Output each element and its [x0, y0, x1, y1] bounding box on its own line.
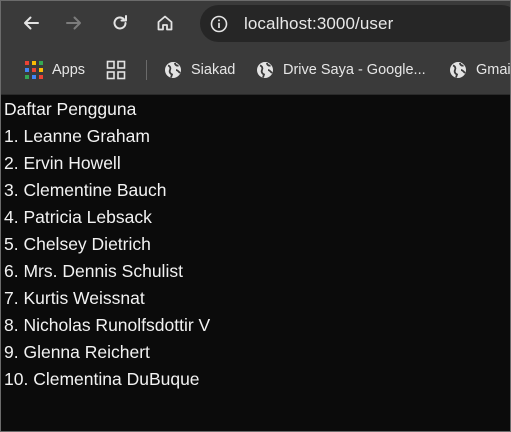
user-list-item: 2. Ervin Howell: [4, 153, 121, 173]
bookmark-gmail[interactable]: Gmai: [449, 59, 511, 81]
bookmark-drive[interactable]: Drive Saya - Google...: [256, 59, 426, 81]
reload-icon: [113, 15, 127, 30]
arrow-left-icon: [24, 16, 39, 30]
browser-toolbar: localhost:3000/user: [1, 1, 510, 47]
user-list-item: 5. Chelsey Dietrich: [4, 234, 151, 254]
tab-grid-icon: [106, 60, 126, 80]
info-icon: [210, 15, 227, 32]
reload-button[interactable]: [105, 8, 135, 38]
apps-grid-icon: [25, 61, 43, 79]
arrow-right-icon: [66, 16, 81, 30]
bookmark-siakad-label: Siakad: [191, 62, 236, 78]
globe-icon: [450, 62, 466, 78]
page-title: Daftar Pengguna: [4, 99, 137, 119]
user-list-item: 9. Glenna Reichert: [4, 342, 150, 362]
user-list: 1. Leanne Graham 2. Ervin Howell 3. Clem…: [4, 126, 210, 396]
user-list-item: 4. Patricia Lebsack: [4, 207, 152, 227]
user-list-item: 3. Clementine Bauch: [4, 180, 167, 200]
home-icon: [157, 15, 173, 31]
address-bar[interactable]: localhost:3000/user: [200, 5, 510, 42]
user-list-item: 10. Clementina DuBuque: [4, 369, 200, 389]
globe-icon: [257, 62, 273, 78]
forward-button[interactable]: [59, 8, 89, 38]
home-button[interactable]: [150, 8, 180, 38]
user-list-item: 1. Leanne Graham: [4, 126, 150, 146]
globe-icon: [165, 62, 181, 78]
user-list-item: 6. Mrs. Dennis Schulist: [4, 261, 183, 281]
back-button[interactable]: [16, 8, 46, 38]
bookmark-drive-label: Drive Saya - Google...: [283, 62, 426, 78]
url-text[interactable]: localhost:3000/user: [244, 14, 393, 34]
user-list-item: 7. Kurtis Weissnat: [4, 288, 145, 308]
bookmarks-bar: Apps Siakad Drive Saya - Google... Gmai: [1, 47, 511, 95]
bookmark-gmail-label: Gmai: [476, 62, 511, 78]
bookmarks-divider: [146, 60, 147, 80]
bookmark-apps-label: Apps: [52, 62, 86, 78]
user-list-item: 8. Nicholas Runolfsdottir V: [4, 315, 211, 335]
bookmark-siakad[interactable]: Siakad: [164, 59, 235, 81]
site-info-button[interactable]: [208, 13, 229, 34]
browser-window: localhost:3000/user Apps Siakad Drive Sa…: [0, 0, 511, 432]
bookmark-tab-groups[interactable]: [106, 59, 126, 81]
bookmark-apps[interactable]: Apps: [25, 59, 85, 81]
page-content: Daftar Pengguna 1. Leanne Graham 2. Ervi…: [1, 95, 510, 431]
